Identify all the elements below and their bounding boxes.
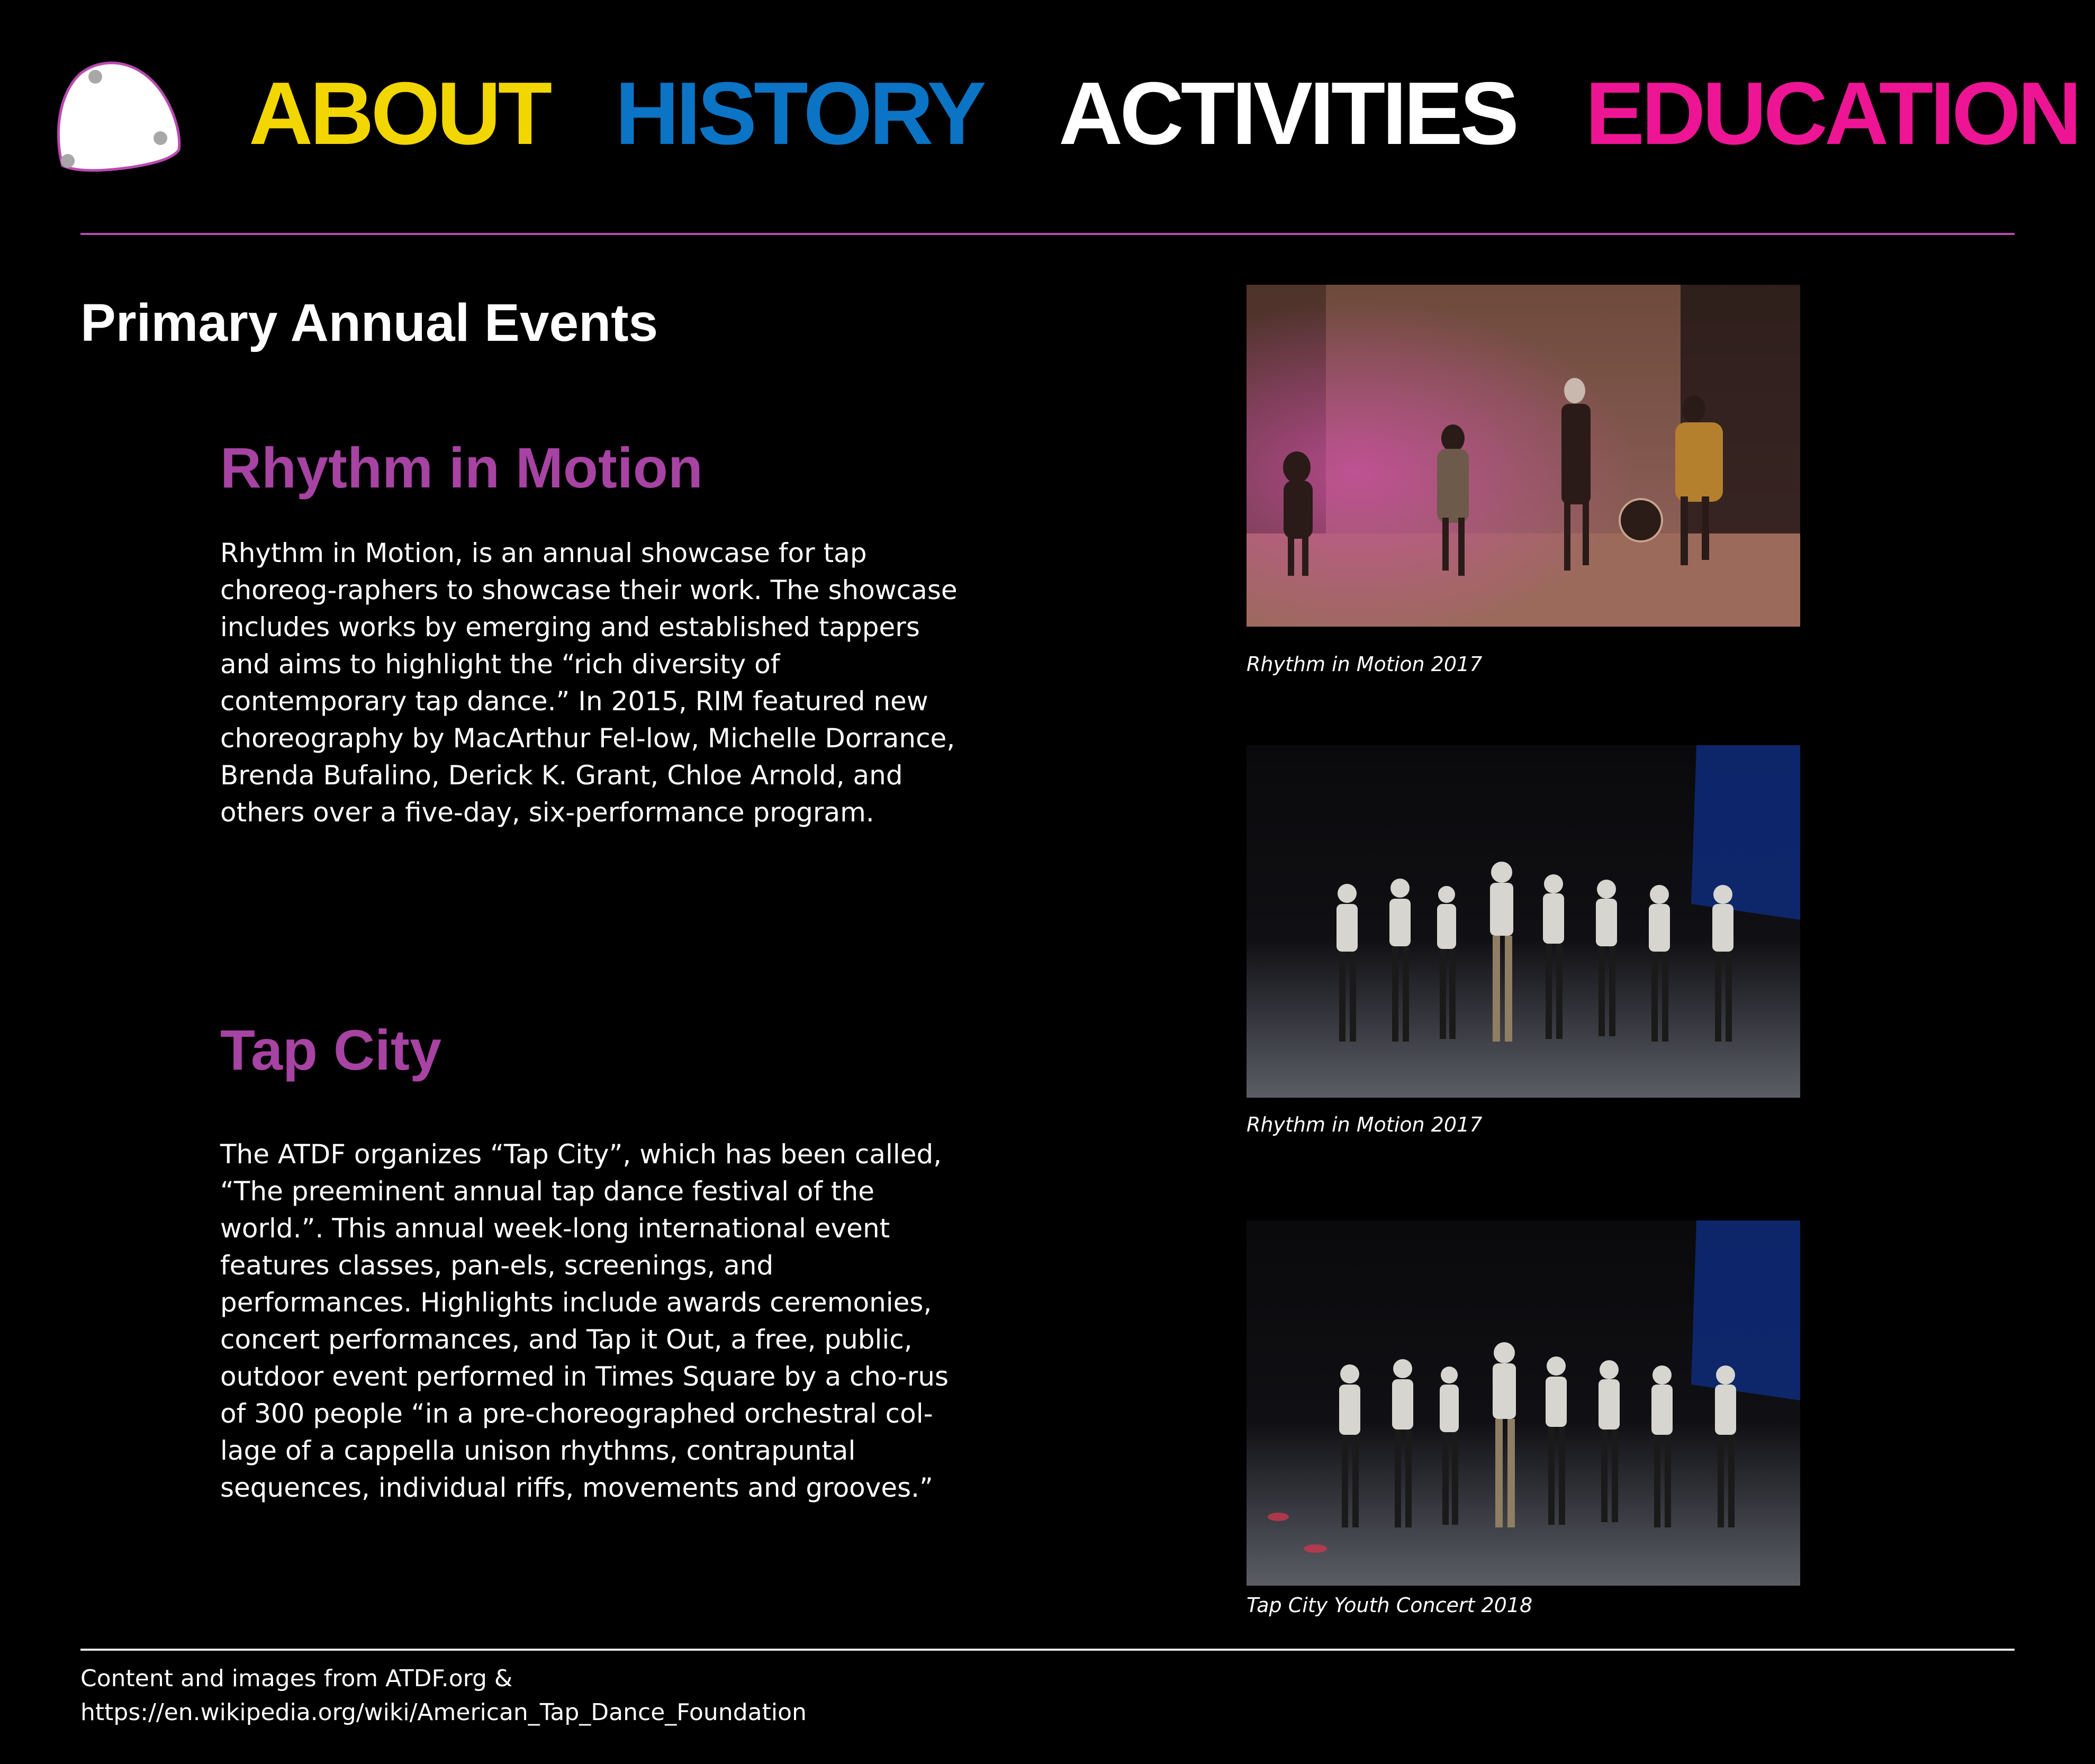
footer-source-link[interactable]: https://en.wikipedia.org/wiki/American_T… — [80, 1699, 807, 1726]
logo[interactable] — [52, 57, 184, 176]
nav-education[interactable]: EDUCATION — [1585, 69, 2082, 158]
event-title-rhythm-in-motion: Rhythm in Motion — [220, 436, 703, 500]
event-title-tap-city: Tap City — [220, 1018, 442, 1082]
page-title: Primary Annual Events — [80, 293, 658, 352]
event-body-rhythm-in-motion: Rhythm in Motion, is an annual showcase … — [220, 538, 958, 828]
photo-rhythm-in-motion-2017-a — [1247, 285, 1800, 627]
nav-about[interactable]: ABOUT — [249, 69, 552, 158]
photo-tap-city-youth-concert-2018 — [1247, 1220, 1800, 1586]
nav-history[interactable]: HISTORY — [615, 69, 986, 158]
logo-shape-icon — [57, 61, 181, 172]
stage-photo-icon — [1247, 1220, 1800, 1586]
header-divider — [80, 233, 2015, 235]
event-body-tap-city: The ATDF organizes “Tap City”, which has… — [220, 1139, 949, 1503]
footer-line-1: Content and images from ATDF.org & — [80, 1665, 513, 1692]
stage-photo-icon — [1247, 745, 1800, 1098]
photo-caption: Rhythm in Motion 2017 — [1247, 1113, 1483, 1136]
footer-credits: Content and images from ATDF.org & https… — [80, 1662, 807, 1730]
photo-caption: Tap City Youth Concert 2018 — [1247, 1594, 1533, 1617]
nav-activities[interactable]: ACTIVITIES — [1059, 69, 1519, 158]
photo-rhythm-in-motion-2017-b — [1247, 745, 1800, 1098]
footer-divider — [80, 1649, 2015, 1651]
stage-photo-icon — [1247, 285, 1800, 627]
photo-caption: Rhythm in Motion 2017 — [1247, 653, 1483, 676]
